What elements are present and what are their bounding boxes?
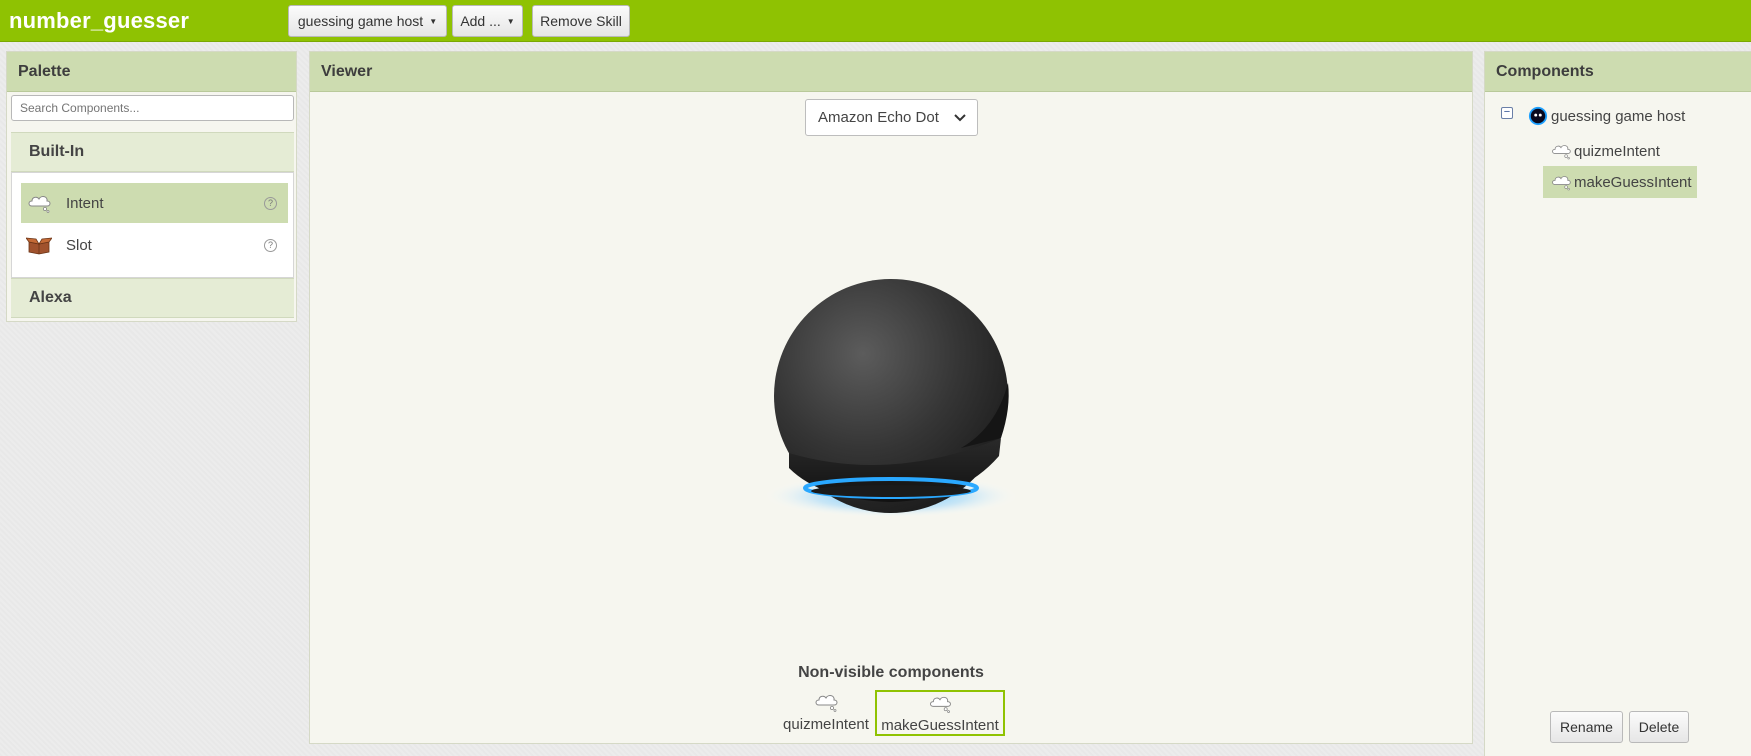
caret-down-icon: ▼	[429, 16, 438, 26]
thought-cloud-icon	[1552, 145, 1571, 160]
delete-button[interactable]: Delete	[1629, 711, 1689, 743]
chevron-down-icon	[954, 114, 966, 122]
palette-item-intent[interactable]: Intent ?	[21, 183, 288, 223]
thought-cloud-icon	[815, 695, 838, 712]
components-header: Components	[1485, 52, 1751, 92]
screen-dropdown-label: guessing game host	[297, 13, 424, 29]
palette-item-label: Intent	[66, 194, 104, 212]
caret-down-icon: ▼	[506, 16, 515, 26]
rename-button[interactable]: Rename	[1550, 711, 1623, 743]
palette-header: Palette	[7, 52, 296, 92]
open-box-icon	[26, 237, 52, 255]
thought-cloud-icon	[930, 696, 951, 713]
help-icon[interactable]: ?	[264, 238, 277, 252]
tree-node-guessing-game-host[interactable]: guessing game host	[1527, 100, 1685, 132]
device-select[interactable]: Amazon Echo Dot	[805, 99, 978, 136]
tree-node-label: quizmeIntent	[1574, 142, 1660, 160]
help-icon[interactable]: ?	[264, 196, 277, 210]
viewer-panel: Viewer Amazon Echo Dot Non-visible compo…	[309, 51, 1473, 744]
category-alexa[interactable]: Alexa	[11, 278, 294, 318]
palette-panel: Palette Built-In Intent ? Slot ? Alexa	[6, 51, 297, 322]
device-select-value: Amazon Echo Dot	[818, 109, 939, 126]
non-visible-component-label: makeGuessIntent	[881, 717, 999, 734]
remove-skill-button[interactable]: Remove Skill	[532, 5, 630, 37]
non-visible-component-label: quizmeIntent	[783, 716, 869, 733]
project-title: number_guesser	[9, 8, 190, 33]
search-components-input[interactable]	[11, 95, 294, 121]
alexa-avatar-icon	[1528, 106, 1548, 126]
tree-node-quizme-intent[interactable]: quizmeIntent	[1550, 135, 1660, 167]
palette-item-label: Slot	[66, 236, 92, 254]
screen-dropdown-button[interactable]: guessing game host ▼	[288, 5, 447, 37]
components-panel: Components − guessing game host quizmeIn…	[1484, 51, 1751, 756]
tree-node-label: makeGuessIntent	[1574, 173, 1692, 191]
tree-node-label: guessing game host	[1551, 107, 1686, 125]
thought-cloud-icon	[28, 196, 51, 213]
non-visible-component-make-guess-intent[interactable]: makeGuessIntent	[875, 690, 1005, 736]
non-visible-component-quizme-intent[interactable]: quizmeIntent	[780, 690, 872, 736]
thought-cloud-icon	[1552, 176, 1571, 191]
tree-node-make-guess-intent[interactable]: makeGuessIntent	[1543, 166, 1697, 198]
add-dropdown-label: Add ...	[460, 13, 501, 29]
collapse-tree-toggle[interactable]: −	[1501, 107, 1513, 119]
category-built-in[interactable]: Built-In	[11, 132, 294, 172]
palette-item-list: Intent ? Slot ?	[11, 172, 294, 278]
palette-item-slot[interactable]: Slot ?	[21, 225, 288, 265]
viewer-header: Viewer	[310, 52, 1472, 92]
echo-dot-device-image	[763, 279, 1019, 518]
non-visible-components-title: Non-visible components	[798, 664, 984, 681]
top-bar: number_guesser guessing game host ▼ Add …	[0, 0, 1751, 42]
add-dropdown-button[interactable]: Add ... ▼	[452, 5, 523, 37]
